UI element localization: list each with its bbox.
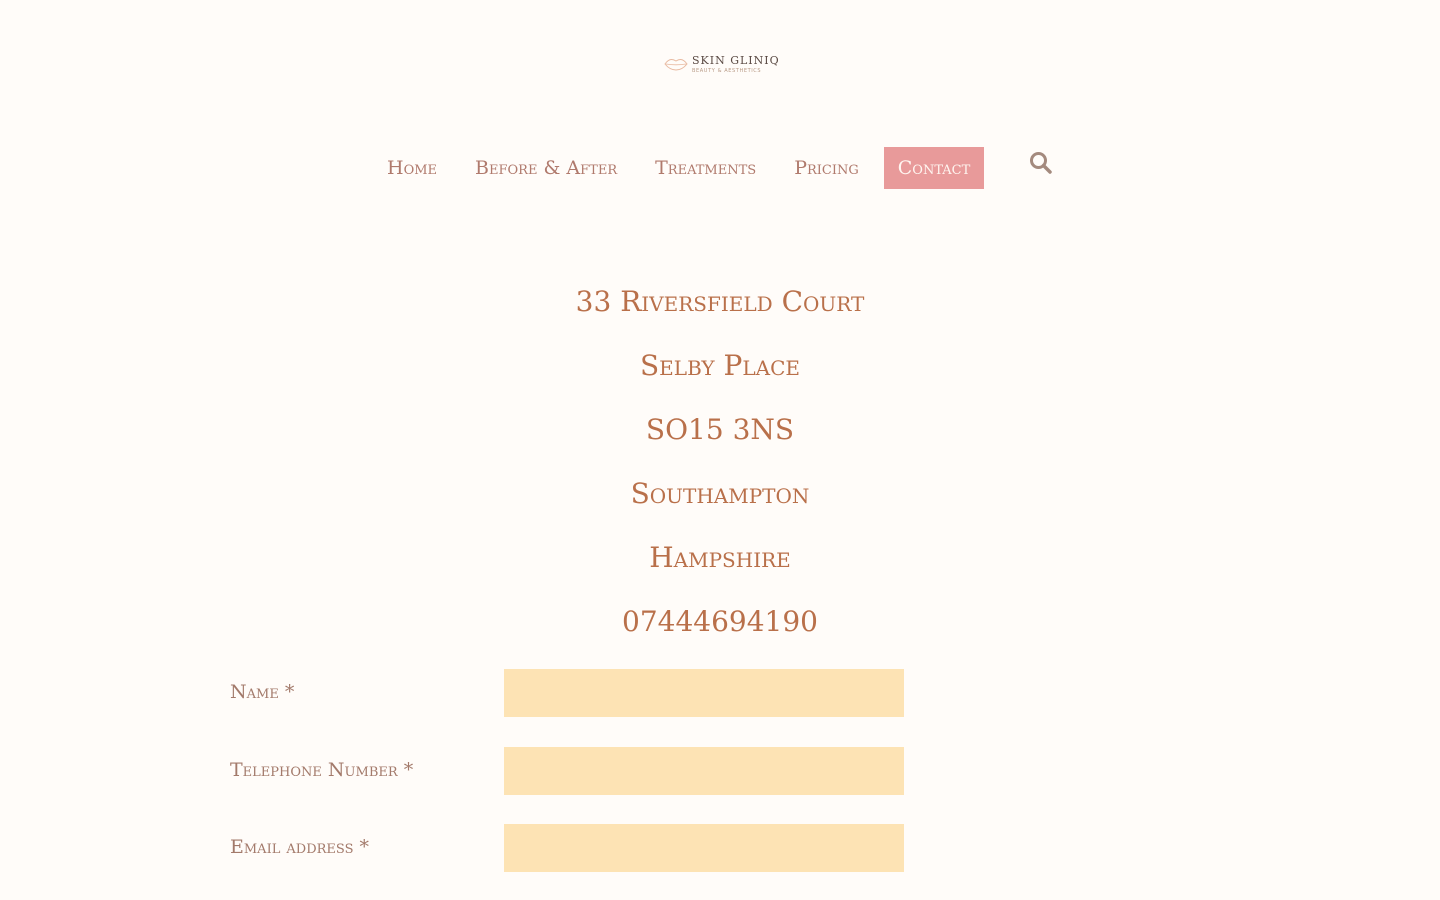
form-row-telephone: Telephone Number * [230, 747, 910, 795]
main-nav: Home Before & After Treatments Pricing C… [370, 147, 988, 189]
brand-logo[interactable]: SKIN GLINIQ BEAUTY & AESTHETICS [660, 50, 780, 80]
contact-page: SKIN GLINIQ BEAUTY & AESTHETICS Home Bef… [0, 0, 1440, 900]
form-row-name: Name * [230, 669, 910, 717]
search-button[interactable] [1028, 150, 1054, 176]
nav-item-home[interactable]: Home [370, 147, 454, 189]
address-county: Hampshire [649, 541, 791, 574]
phone-number[interactable]: 07444694190 [0, 600, 1440, 664]
brand-name: SKIN GLINIQ [692, 54, 780, 67]
brand-tagline: BEAUTY & AESTHETICS [692, 68, 762, 74]
address-place: Selby Place [640, 349, 800, 382]
telephone-input[interactable] [504, 747, 904, 795]
nav-item-treatments[interactable]: Treatments [638, 147, 773, 189]
address-street: 33 Riversfield Court [575, 285, 865, 318]
nav-item-before-after[interactable]: Before & After [458, 147, 634, 189]
nav-item-contact[interactable]: Contact [883, 147, 985, 189]
name-label: Name * [230, 681, 295, 703]
email-input[interactable] [504, 824, 904, 872]
form-row-email: Email address * [230, 824, 910, 872]
address-city: Southampton [630, 477, 810, 510]
nav-item-pricing[interactable]: Pricing [777, 147, 876, 189]
telephone-label: Telephone Number * [230, 759, 414, 781]
address-postcode: SO15 3NS [645, 413, 795, 446]
search-icon [1030, 152, 1052, 174]
address-block: 33 Riversfield Court Selby Place SO15 3N… [0, 280, 1440, 664]
name-input[interactable] [504, 669, 904, 717]
lips-logo-icon [664, 58, 688, 71]
email-label: Email address * [230, 836, 370, 858]
